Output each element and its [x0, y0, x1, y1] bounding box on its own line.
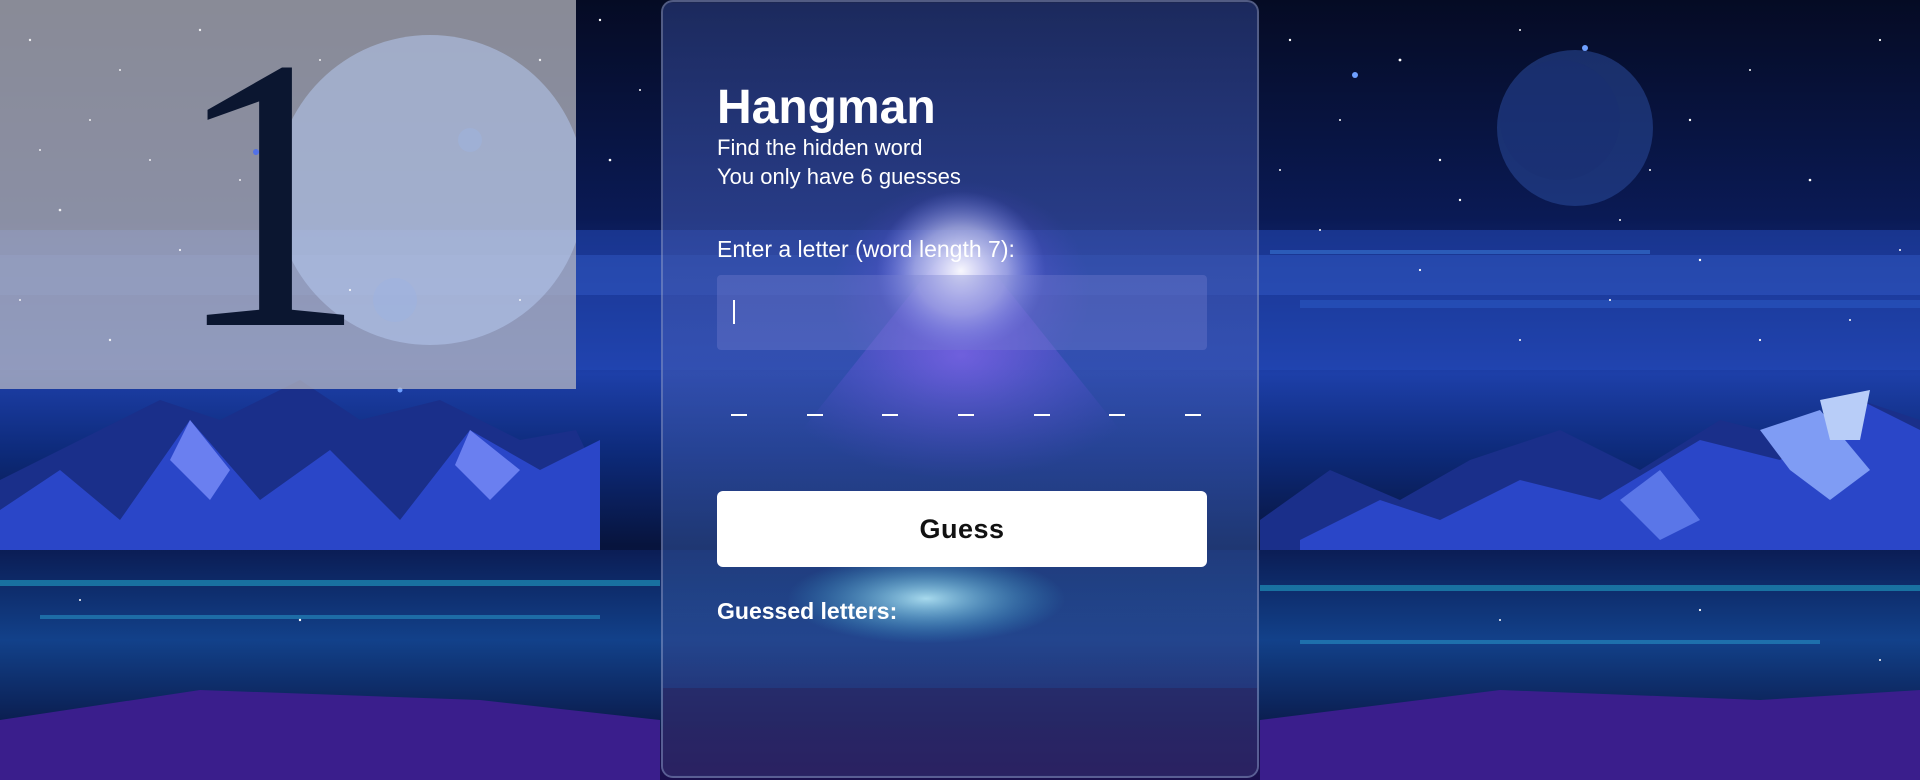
letter-slot [1184, 414, 1201, 416]
text-caret [733, 300, 735, 324]
letter-prompt-label: Enter a letter (word length 7): [717, 236, 1015, 262]
hangman-drawing-panel: 1 [0, 0, 576, 389]
letter-slot [1109, 414, 1126, 416]
letter-slot [731, 414, 747, 416]
game-card: Hangman Find the hidden word You only ha… [661, 0, 1259, 778]
letter-slot [806, 414, 823, 416]
letter-slot [957, 414, 974, 416]
game-subtitle-guesses: You only have 6 guesses [717, 164, 961, 189]
game-subtitle-instructions: Find the hidden word [717, 135, 923, 160]
guessed-letters-label: Guessed letters: [717, 598, 898, 624]
letter-slot [882, 414, 899, 416]
letter-slot [1033, 414, 1050, 416]
guess-button[interactable]: Guess [717, 491, 1207, 567]
game-title: Hangman [717, 81, 936, 134]
letter-input[interactable] [717, 275, 1207, 350]
hangman-figure: 1 [172, 0, 368, 389]
word-slots [731, 400, 1201, 416]
